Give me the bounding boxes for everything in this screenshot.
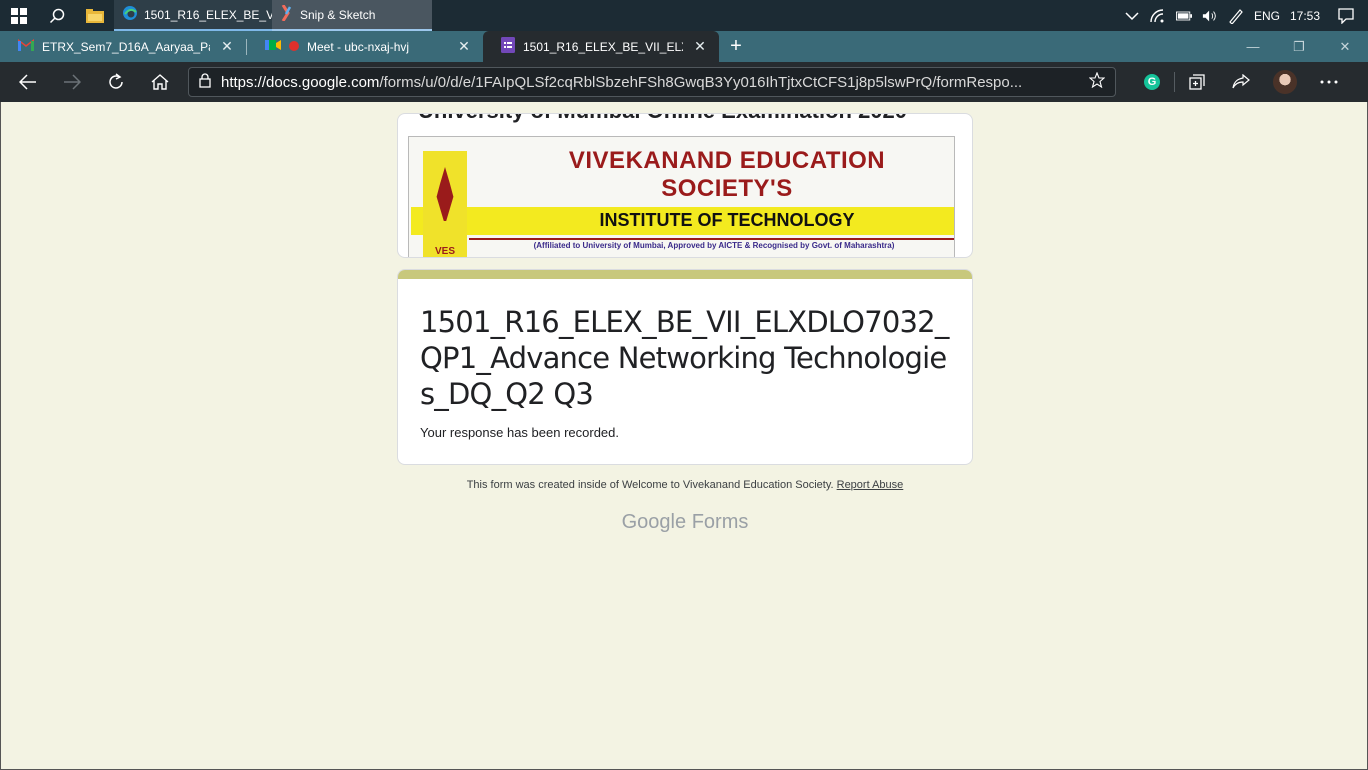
banner-line-1: VIVEKANAND EDUCATION [568, 147, 886, 174]
google-forms-brand[interactable]: Google Forms [397, 511, 973, 534]
windows-taskbar: 1501_R16_ELEX_BE_VII... Snip & Sketch EN… [0, 0, 1368, 31]
tab-label: ETRX_Sem7_D16A_Aaryaa_Padhye [42, 39, 210, 54]
snip-sketch-icon [280, 4, 294, 24]
new-tab-button[interactable]: + [719, 31, 753, 62]
torch-icon [436, 167, 454, 221]
banner-line-2: SOCIETY'S [661, 175, 793, 202]
banner-divider [469, 238, 954, 240]
taskbar-app-edge[interactable]: 1501_R16_ELEX_BE_VII... [114, 0, 272, 31]
avatar [1273, 70, 1297, 94]
accent-bar [398, 270, 972, 279]
close-tab-icon[interactable]: ✕ [455, 38, 473, 55]
back-button[interactable] [6, 62, 50, 102]
brand-forms: Forms [691, 511, 749, 533]
address-bar[interactable]: https://docs.google.com/forms/u/0/d/e/1F… [188, 67, 1116, 97]
report-abuse-link[interactable]: Report Abuse [837, 479, 904, 491]
grammarly-icon[interactable]: G [1130, 62, 1174, 102]
file-explorer-icon[interactable] [76, 0, 114, 31]
edge-icon [122, 5, 138, 24]
windows-start-icon[interactable] [0, 0, 38, 31]
pen-icon[interactable] [1228, 8, 1244, 24]
url-domain: https://docs.google.com [221, 73, 380, 91]
lock-icon[interactable] [199, 72, 211, 92]
profile-avatar[interactable] [1263, 62, 1307, 102]
taskbar-app-label: Snip & Sketch [300, 7, 376, 22]
close-window-button[interactable]: ✕ [1322, 31, 1368, 62]
ves-logo-text: VES [434, 246, 455, 257]
response-card: 1501_R16_ELEX_BE_VII_ELXDLO7032_QP1_Adva… [397, 269, 973, 465]
system-tray: ENG 17:53 [1124, 7, 1368, 24]
url-text: https://docs.google.com/forms/u/0/d/e/1F… [221, 74, 1079, 91]
form-header-text: University of Mumbai Online Examination … [418, 114, 907, 124]
form-header-card: University of Mumbai Online Examination … [397, 113, 973, 258]
tab-meet[interactable]: Meet - ubc-nxaj-hvj ✕ [247, 31, 483, 62]
volume-icon[interactable] [1202, 8, 1218, 24]
forward-button[interactable] [50, 62, 94, 102]
google-meet-icon [265, 38, 281, 55]
minimize-button[interactable]: — [1230, 31, 1276, 62]
banner-line-4: (Affiliated to University of Mumbai, App… [533, 241, 895, 250]
tab-label: 1501_R16_ELEX_BE_VII_ELXDLO7032 [523, 39, 683, 54]
brand-google: Google [621, 511, 687, 533]
close-tab-icon[interactable]: ✕ [218, 38, 236, 55]
taskbar-app-label: 1501_R16_ELEX_BE_VII... [144, 7, 272, 22]
close-tab-icon[interactable]: ✕ [691, 38, 709, 55]
confirmation-message: Your response has been recorded. [420, 425, 619, 440]
more-options-icon[interactable] [1307, 62, 1351, 102]
url-path: /forms/u/0/d/e/1FAIpQLSf2cqRblSbzehFSh8G… [379, 73, 1023, 91]
wifi-icon[interactable] [1150, 8, 1166, 24]
window-controls: — ❐ ✕ [1230, 31, 1368, 62]
form-title: 1501_R16_ELEX_BE_VII_ELXDLO7032_QP1_Adva… [420, 305, 949, 411]
home-button[interactable] [138, 62, 182, 102]
tab-gmail[interactable]: ETRX_Sem7_D16A_Aaryaa_Padhye ✕ [0, 31, 246, 62]
ves-logo: VES [423, 151, 467, 257]
search-icon[interactable] [38, 0, 76, 31]
page-content: University of Mumbai Online Examination … [0, 102, 1368, 770]
refresh-button[interactable] [94, 62, 138, 102]
recording-dot-icon [289, 40, 299, 54]
favorite-star-icon[interactable] [1088, 71, 1106, 92]
battery-icon[interactable] [1175, 8, 1192, 24]
tab-label: Meet - ubc-nxaj-hvj [307, 39, 410, 54]
taskbar-app-snip-sketch[interactable]: Snip & Sketch [272, 0, 432, 31]
google-forms-icon [501, 37, 515, 56]
clock[interactable]: 17:53 [1290, 9, 1320, 23]
banner-line-3: INSTITUTE OF TECHNOLOGY [599, 210, 855, 230]
browser-tab-strip: ETRX_Sem7_D16A_Aaryaa_Padhye ✕ Meet - ub… [0, 31, 1368, 62]
institute-banner-image: VES VIVEKANAND EDUCATION SOCIETY'S INSTI… [408, 136, 955, 257]
gmail-icon [18, 39, 34, 54]
collections-icon[interactable] [1175, 62, 1219, 102]
toolbar-right-icons: G [1130, 62, 1351, 102]
footer-text: This form was created inside of Welcome … [466, 479, 834, 491]
restore-button[interactable]: ❐ [1276, 31, 1322, 62]
chevron-up-icon[interactable] [1124, 8, 1140, 24]
footer-note: This form was created inside of Welcome … [397, 479, 973, 491]
share-icon[interactable] [1219, 62, 1263, 102]
browser-toolbar: https://docs.google.com/forms/u/0/d/e/1F… [0, 62, 1368, 102]
notification-icon[interactable] [1338, 7, 1354, 24]
tab-google-forms[interactable]: 1501_R16_ELEX_BE_VII_ELXDLO7032 ✕ [483, 31, 719, 62]
language-indicator[interactable]: ENG [1254, 9, 1280, 23]
